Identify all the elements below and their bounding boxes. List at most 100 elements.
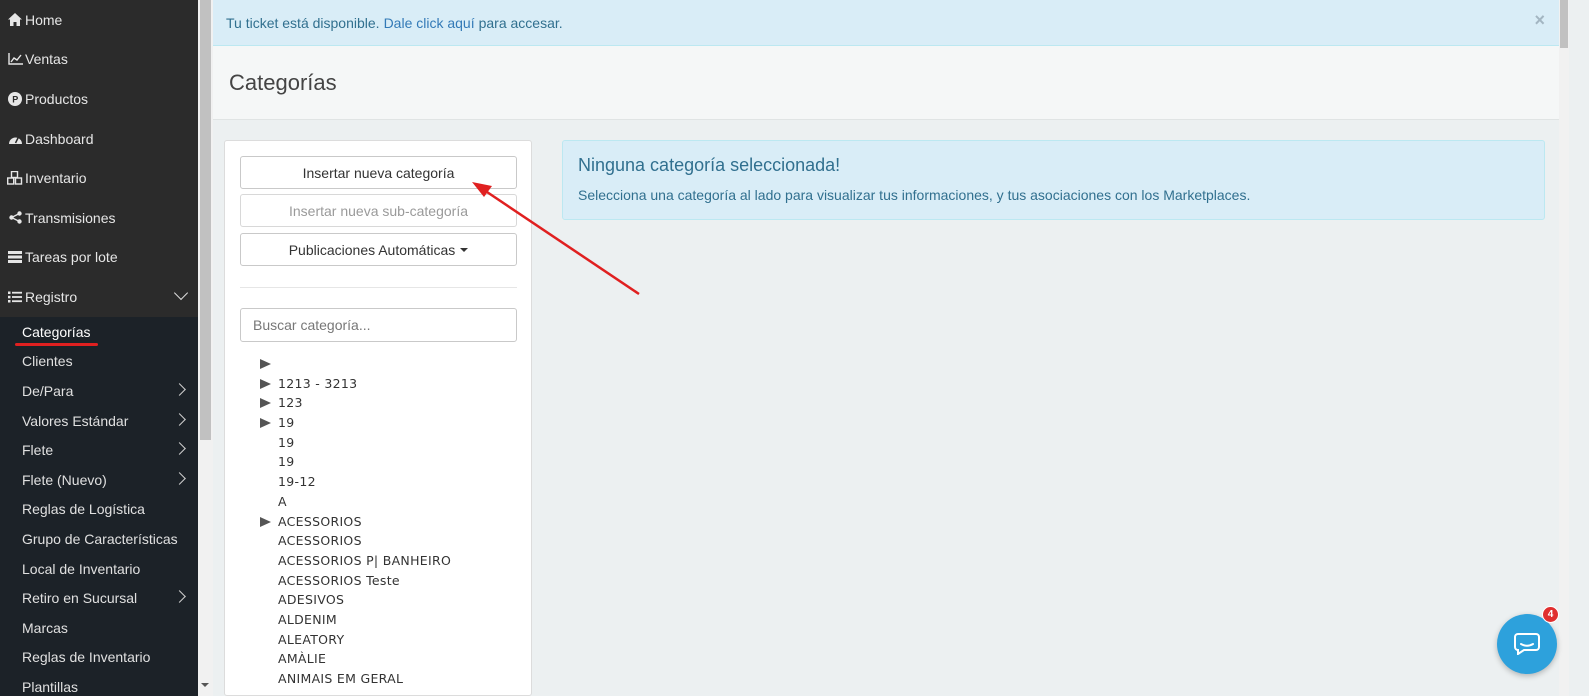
submenu-item-label: Reglas de Inventario xyxy=(22,649,151,666)
chevron-right-icon xyxy=(173,472,186,485)
sidebar-item-label: Ventas xyxy=(25,51,68,68)
active-item-underline-annotation xyxy=(15,343,98,346)
info-title: Ninguna categoría seleccionada! xyxy=(578,155,841,175)
main-content: Tu ticket está disponible. Dale click aq… xyxy=(213,0,1559,696)
insert-category-button[interactable]: Insertar nueva categoría xyxy=(240,156,517,189)
tree-item[interactable]: 19 xyxy=(260,413,520,433)
tree-item[interactable]: 19 xyxy=(260,452,520,472)
submenu-item-label: Retiro en Sucursal xyxy=(22,590,138,607)
chevron-right-icon xyxy=(173,383,186,397)
sidebar-item-ventas[interactable]: Ventas xyxy=(0,40,198,80)
submenu-item-local-inventario[interactable]: Local de Inventario xyxy=(0,554,198,584)
ticket-alert: Tu ticket está disponible. Dale click aq… xyxy=(213,0,1559,46)
submenu-item-plantillas[interactable]: Plantillas xyxy=(0,672,198,696)
tree-item[interactable]: ACESSORIOS xyxy=(260,531,520,551)
tree-item-label: A xyxy=(278,493,287,509)
insert-subcategory-button[interactable]: Insertar nueva sub-categoría xyxy=(240,194,517,227)
tree-item[interactable]: ACESSORIOS xyxy=(260,512,520,532)
svg-text:P: P xyxy=(12,94,18,104)
tree-item-label: ACESSORIOS xyxy=(278,533,362,549)
sidebar-scrollbar-thumb[interactable] xyxy=(200,0,211,440)
tree-item[interactable]: ALDENIM xyxy=(260,610,520,630)
info-text: Selecciona una categoría al lado para vi… xyxy=(578,187,1251,203)
submenu-item-reglas-logistica[interactable]: Reglas de Logística xyxy=(0,495,198,525)
submenu-item-label: Local de Inventario xyxy=(22,560,141,577)
tree-item[interactable]: 1213 - 3213 xyxy=(260,374,520,394)
expand-triangle-icon[interactable] xyxy=(260,418,271,429)
tree-item[interactable]: 123 xyxy=(260,393,520,413)
auto-publish-label: Publicaciones Automáticas xyxy=(288,241,456,258)
tree-item[interactable]: AMÀLIE xyxy=(260,649,520,669)
tree-item-label: 19-12 xyxy=(278,474,316,490)
sidebar-item-label: Home xyxy=(25,11,63,28)
sidebar-item-registro[interactable]: Registro xyxy=(0,277,198,317)
tree-item[interactable]: ADESIVOS xyxy=(260,590,520,610)
ticket-alert-text-after: para accesar. xyxy=(478,14,563,31)
submenu-item-label: Clientes xyxy=(22,353,73,370)
sidebar-item-label: Transmisiones xyxy=(25,209,116,226)
chat-widget-button[interactable] xyxy=(1497,614,1557,674)
dashboard-icon xyxy=(7,133,23,145)
expand-triangle-icon[interactable] xyxy=(260,359,271,369)
page-scrollbar[interactable] xyxy=(1559,0,1569,696)
close-icon[interactable]: × xyxy=(1534,10,1545,31)
home-icon xyxy=(7,13,23,27)
auto-publish-dropdown-button[interactable]: Publicaciones Automáticas xyxy=(240,233,517,266)
submenu-item-label: Valores Estándar xyxy=(22,412,129,429)
submenu-item-flete[interactable]: Flete xyxy=(0,435,198,465)
submenu-item-marcas[interactable]: Marcas xyxy=(0,613,198,643)
tree-item[interactable]: 19 xyxy=(260,433,520,453)
expand-triangle-icon[interactable] xyxy=(260,378,271,389)
chevron-right-icon xyxy=(173,412,186,426)
sidebar-item-tareas-por-lote[interactable]: Tareas por lote xyxy=(0,238,198,278)
line-chart-icon xyxy=(7,53,23,66)
sidebar-item-dashboard[interactable]: Dashboard xyxy=(0,119,198,159)
divider xyxy=(240,287,517,288)
scroll-down-arrow-icon[interactable] xyxy=(201,683,209,687)
tree-item[interactable]: ALEATORY xyxy=(260,630,520,650)
sidebar-item-productos[interactable]: P Productos xyxy=(0,79,198,119)
submenu-item-label: Reglas de Logística xyxy=(22,501,145,518)
tree-item[interactable] xyxy=(260,354,520,374)
chevron-right-icon xyxy=(173,442,186,456)
sidebar-item-home[interactable]: Home xyxy=(0,0,198,40)
tree-item-label: ANIMAIS EM GERAL xyxy=(278,671,404,686)
submenu-item-clientes[interactable]: Clientes xyxy=(0,347,198,377)
tree-item[interactable]: ANIMAIS EM GERAL xyxy=(260,669,520,689)
category-panel: Insertar nueva categoría Insertar nueva … xyxy=(224,140,532,696)
submenu-item-valores-estandar[interactable]: Valores Estándar xyxy=(0,406,198,436)
submenu-item-reglas-inventario[interactable]: Reglas de Inventario xyxy=(0,643,198,673)
category-tree: 1213 - 3213 123 19 19 19 19-12 A ACESSORIOS ACES… xyxy=(260,354,520,689)
submenu-item-label: Flete (Nuevo) xyxy=(22,471,107,488)
tree-item[interactable]: A xyxy=(260,492,520,512)
submenu-item-de-para[interactable]: De/Para xyxy=(0,376,198,406)
ticket-alert-text: Tu ticket está disponible. xyxy=(226,14,380,31)
expand-triangle-icon[interactable] xyxy=(260,516,271,527)
tree-item-label: ALEATORY xyxy=(278,631,345,647)
list-icon xyxy=(7,291,23,303)
sidebar-scrollbar[interactable] xyxy=(198,0,213,696)
tree-item-label: ACESSORIOS P| BANHEIRO xyxy=(278,552,452,568)
tree-item-label: ACESSORIOS xyxy=(278,513,362,529)
expand-triangle-icon[interactable] xyxy=(260,398,271,409)
tree-item-label: 19 xyxy=(278,415,295,431)
submenu-item-flete-nuevo[interactable]: Flete (Nuevo) xyxy=(0,465,198,495)
sidebar-item-label: Dashboard xyxy=(25,130,94,147)
tree-item-label: 123 xyxy=(278,395,303,411)
sidebar-item-transmisiones[interactable]: Transmisiones xyxy=(0,198,198,238)
submenu-item-label: Categorías xyxy=(22,323,91,340)
submenu-item-retiro-sucursal[interactable]: Retiro en Sucursal xyxy=(0,583,198,613)
submenu-item-label: Grupo de Características xyxy=(22,530,178,547)
caret-down-icon xyxy=(460,247,469,252)
product-p-icon: P xyxy=(7,91,23,106)
ticket-alert-link[interactable]: Dale click aquí xyxy=(384,15,475,31)
sidebar-item-inventario[interactable]: Inventario xyxy=(0,158,198,198)
no-category-info-box: Ninguna categoría seleccionada! Seleccio… xyxy=(562,140,1545,220)
tree-item-label: AMÀLIE xyxy=(278,651,327,667)
category-search-input[interactable] xyxy=(240,308,517,342)
tree-item[interactable]: ACESSORIOS Teste xyxy=(260,571,520,591)
tree-item[interactable]: 19-12 xyxy=(260,472,520,492)
submenu-item-grupo-caracteristicas[interactable]: Grupo de Características xyxy=(0,524,198,554)
page-scrollbar-thumb[interactable] xyxy=(1560,0,1568,48)
tree-item[interactable]: ACESSORIOS P| BANHEIRO xyxy=(260,551,520,571)
